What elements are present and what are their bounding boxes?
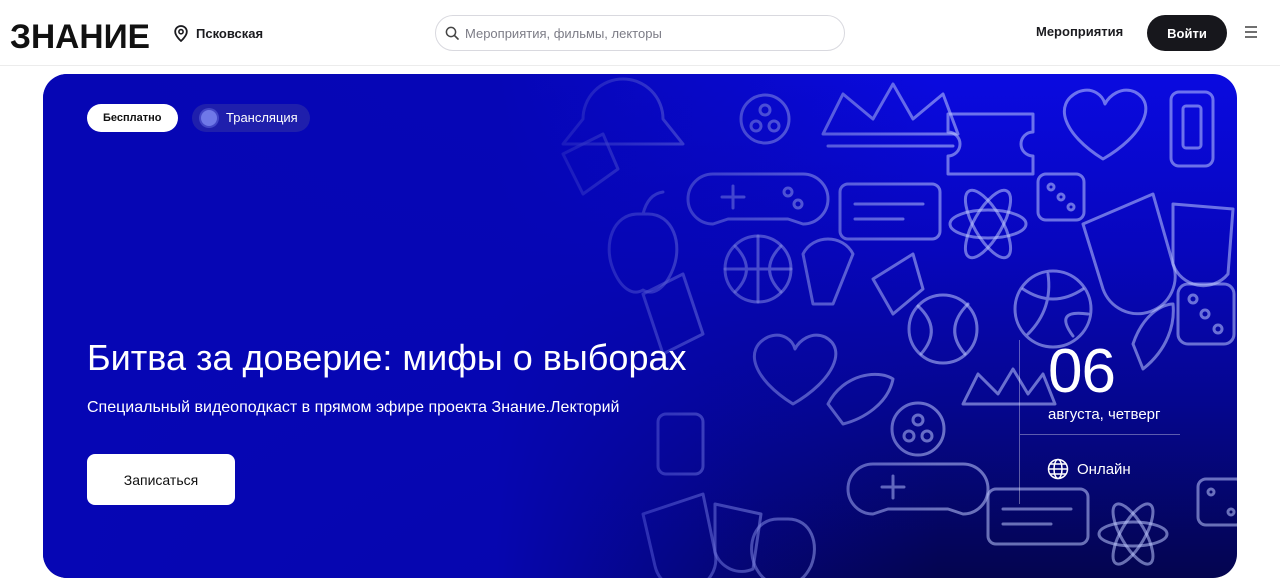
burger-menu-icon[interactable] — [1243, 25, 1259, 39]
badge-free: Бесплатно — [87, 104, 178, 132]
signup-button[interactable]: Записаться — [87, 454, 235, 505]
svg-text:ЗНАНИЕ: ЗНАНИЕ — [10, 18, 150, 54]
event-date-weekday: августа, четверг — [1048, 406, 1161, 423]
info-divider — [1020, 434, 1180, 435]
search-input[interactable] — [465, 25, 825, 41]
event-subtitle: Специальный видеоподкаст в прямом эфире … — [87, 399, 620, 416]
search-icon — [445, 26, 459, 40]
site-header: ЗНАНИЕ Псковская Мероприятия Войти — [0, 0, 1280, 66]
event-date-day: 06 — [1048, 337, 1116, 406]
globe-icon — [1047, 458, 1069, 480]
logo[interactable]: ЗНАНИЕ — [10, 18, 152, 54]
badge-stream: Трансляция — [192, 104, 310, 132]
region-selector[interactable]: Псковская — [174, 22, 263, 44]
nav-link-events[interactable]: Мероприятия — [1036, 24, 1123, 39]
event-hero-banner[interactable]: Бесплатно Трансляция Битва за доверие: м… — [43, 74, 1237, 578]
event-format: Онлайн — [1047, 458, 1131, 480]
badge-stream-label: Трансляция — [226, 110, 298, 125]
login-button[interactable]: Войти — [1147, 15, 1227, 51]
event-info-panel: 06 августа, четверг Онлайн — [1019, 337, 1180, 504]
event-format-label: Онлайн — [1077, 460, 1131, 478]
search-box[interactable] — [435, 15, 845, 51]
location-pin-icon — [174, 24, 188, 42]
event-title: Битва за доверие: мифы о выборах — [87, 337, 687, 378]
live-dot-icon — [201, 110, 217, 126]
znanie-logo-icon: ЗНАНИЕ — [10, 18, 150, 54]
region-label: Псковская — [196, 25, 264, 41]
